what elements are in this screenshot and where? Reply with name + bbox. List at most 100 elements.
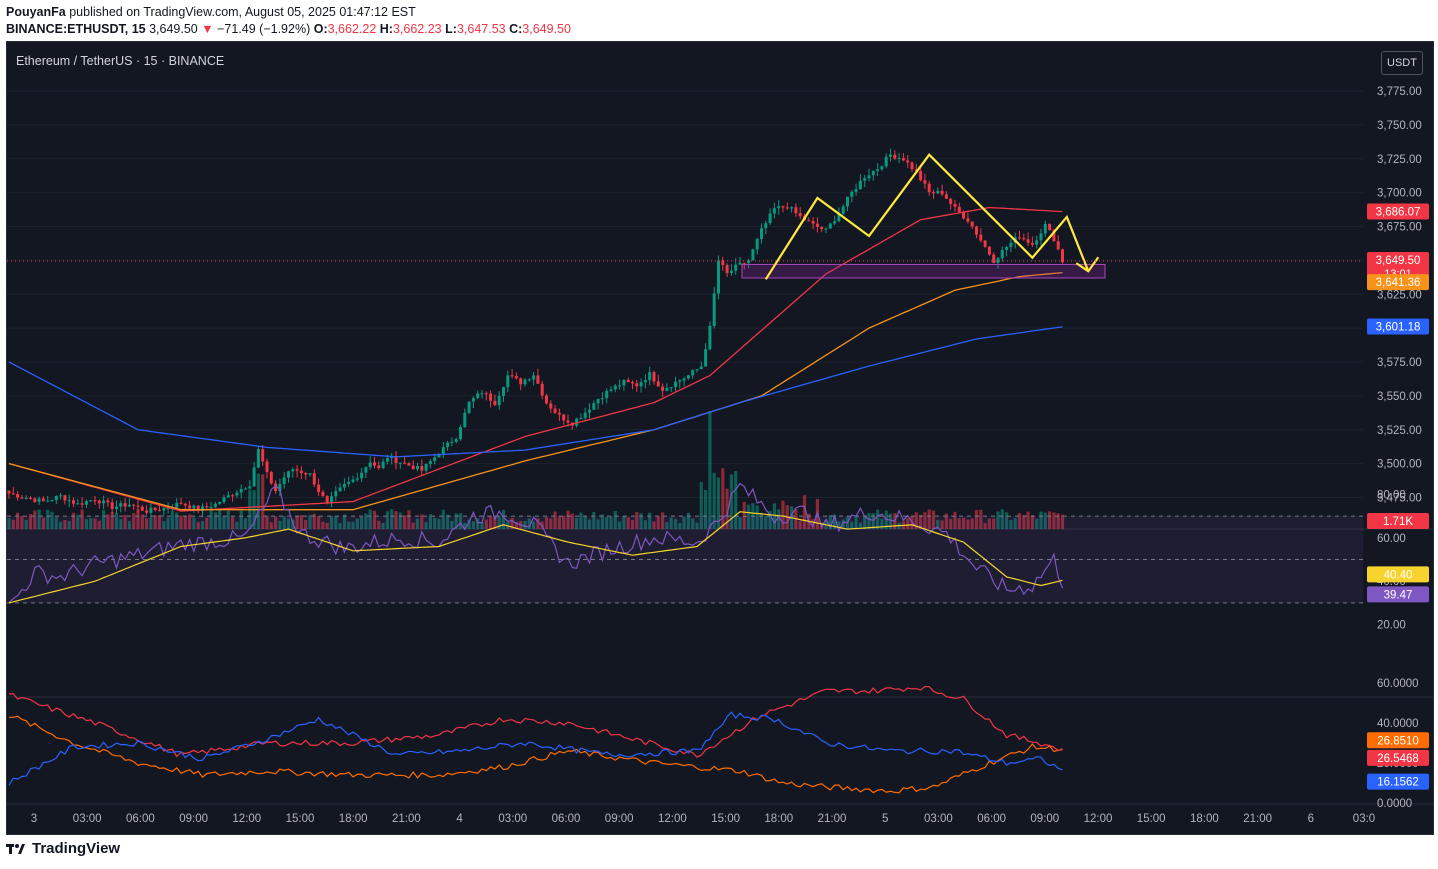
candle: [665, 383, 669, 392]
candle-body: [136, 505, 140, 507]
candle-body: [514, 376, 518, 379]
candle: [308, 472, 312, 477]
time-axis-label: 6: [1308, 813, 1314, 825]
candle-body: [833, 221, 837, 224]
candle: [686, 374, 690, 380]
candle: [708, 321, 712, 351]
symbol-interval: BINANCE:ETHUSDT, 15: [6, 22, 146, 36]
candle-body: [725, 264, 729, 273]
candle: [910, 161, 914, 172]
candle-body: [626, 379, 630, 383]
candle-body: [536, 375, 540, 384]
candle-body: [562, 414, 566, 421]
candle: [553, 405, 557, 415]
candle-body: [751, 249, 755, 261]
candle: [897, 152, 901, 164]
candle-body: [89, 500, 93, 502]
candle: [605, 388, 609, 404]
chart-canvas[interactable]: 3,775.00 3,750.00 3,725.00 3,700.00 3,675.00…: [7, 42, 1433, 834]
candle-body: [742, 262, 746, 264]
candle-body: [901, 157, 905, 161]
time-axis-label: 06:00: [126, 813, 155, 825]
candle: [768, 208, 772, 225]
candle: [317, 478, 321, 496]
candle-body: [953, 203, 957, 207]
candle-body: [717, 260, 720, 294]
candle-body: [205, 506, 209, 508]
candle: [16, 490, 20, 501]
candle: [592, 400, 596, 411]
candle-body: [360, 472, 364, 479]
candle: [476, 390, 480, 400]
candle-body: [545, 395, 548, 404]
candle: [613, 384, 617, 393]
candle: [536, 368, 540, 384]
candle: [712, 286, 716, 329]
candle: [824, 227, 828, 234]
candle: [643, 374, 647, 389]
candle-body: [678, 380, 682, 382]
badge-label: 26.5468: [1377, 753, 1419, 765]
candle-body: [592, 403, 596, 410]
candle-body: [850, 191, 854, 197]
candle: [54, 495, 58, 505]
candle-body: [609, 389, 613, 391]
candle: [682, 376, 686, 387]
candle-body: [527, 379, 531, 381]
candle: [540, 380, 544, 400]
candle-body: [29, 497, 32, 499]
time-axis-label: 09:00: [179, 813, 208, 825]
candle-body: [175, 502, 179, 508]
candle: [854, 183, 858, 196]
volume-badge: 1.71K: [1367, 513, 1429, 529]
candle: [33, 497, 37, 503]
candle-body: [381, 461, 385, 469]
candle: [192, 504, 196, 513]
candle-body: [884, 156, 888, 167]
time-axis-label: 03:00: [498, 813, 527, 825]
candle: [123, 498, 127, 512]
candle: [360, 467, 364, 483]
tradingview-logo[interactable]: TradingView: [6, 840, 120, 857]
candle-body: [987, 246, 991, 255]
candle-body: [790, 207, 794, 209]
dmi-orange-badge: 26.8510: [1367, 732, 1429, 749]
badge-label: 26.8510: [1377, 735, 1419, 747]
candle: [579, 413, 583, 420]
time-axis-label: 4: [456, 813, 463, 825]
candle-body: [46, 500, 50, 502]
candle: [1043, 220, 1047, 237]
badge-label: 1.71K: [1383, 516, 1413, 528]
candle: [626, 377, 630, 383]
ma-fast-price-badge: 3,686.07: [1367, 203, 1429, 220]
last-price: 3,649.50: [149, 22, 198, 36]
candle-body: [282, 477, 286, 484]
candle: [390, 452, 394, 465]
candle-body: [497, 395, 501, 406]
candle-body: [867, 175, 871, 179]
time-axis-label: 21:00: [818, 813, 847, 825]
candle: [609, 386, 613, 393]
candle-body: [364, 467, 368, 473]
candle-body: [919, 170, 923, 181]
candle-body: [471, 398, 475, 402]
candle-body: [820, 226, 824, 230]
candle: [583, 407, 587, 422]
candle: [519, 377, 523, 391]
candle-body: [652, 372, 656, 382]
candle-body: [41, 498, 45, 502]
candle: [889, 148, 892, 162]
candle-body: [656, 381, 660, 387]
time-axis-label: 21:00: [1243, 813, 1272, 825]
currency-button[interactable]: USDT: [1381, 51, 1423, 75]
candle-body: [1022, 238, 1026, 240]
candle: [992, 252, 996, 264]
ohlc-line: BINANCE:ETHUSDT, 15 3,649.50 ▼ −71.49 (−…: [6, 22, 571, 36]
ma-line-ma_fast: [8, 206, 1063, 512]
candle: [368, 456, 372, 470]
candle: [781, 205, 785, 213]
author-name[interactable]: PouyanFa: [6, 5, 66, 19]
candle: [489, 390, 493, 408]
candle-body: [450, 441, 454, 443]
candle-body: [661, 386, 665, 391]
